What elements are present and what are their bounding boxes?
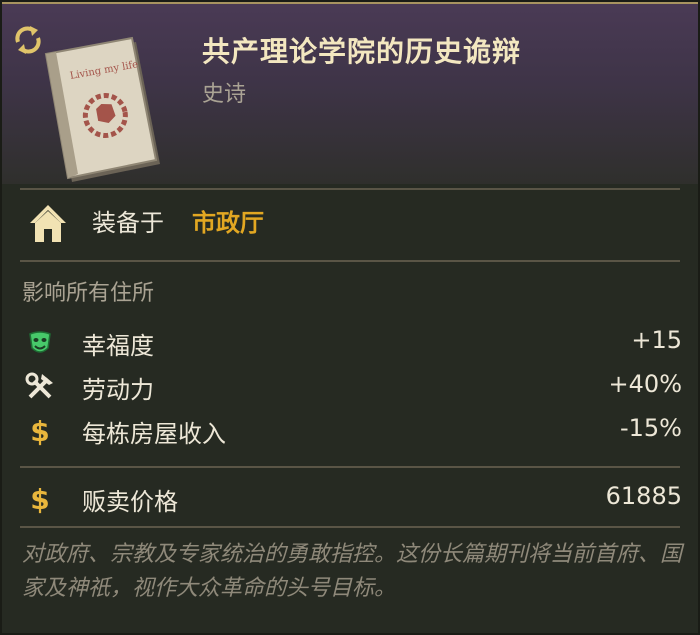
divider — [20, 188, 680, 190]
effect-row-happiness: 幸福度 +15 — [2, 322, 698, 362]
effect-value: -15% — [619, 414, 682, 442]
equipped-in-label: 装备于 — [92, 209, 164, 237]
divider — [20, 260, 680, 262]
tools-icon — [25, 372, 53, 399]
effect-label: 劳动力 — [82, 376, 154, 404]
svg-text:$: $ — [30, 415, 49, 446]
sell-price-label: 贩卖价格 — [82, 488, 178, 516]
svg-text:$: $ — [30, 483, 49, 514]
sell-price-row: $ 贩卖价格 61885 — [2, 478, 698, 518]
dollar-icon: $ — [30, 415, 49, 446]
book-item-icon: Living my life — [44, 36, 160, 182]
item-rarity: 史诗 — [202, 82, 247, 107]
effect-label: 幸福度 — [82, 332, 154, 360]
effect-value: +15 — [631, 326, 682, 354]
effect-label: 每栋房屋收入 — [82, 420, 226, 448]
house-icon — [30, 205, 66, 242]
sell-price-value: 61885 — [605, 482, 682, 510]
effect-value: +40% — [608, 370, 682, 398]
effect-row-labor: 劳动力 +40% — [2, 366, 698, 406]
equipped-building[interactable]: 市政厅 — [192, 203, 264, 238]
divider — [20, 526, 680, 528]
item-title: 共产理论学院的历史诡辩 — [202, 35, 522, 68]
happiness-mask-icon — [29, 331, 51, 353]
divider — [20, 466, 680, 468]
dollar-icon: $ — [30, 483, 49, 514]
item-tooltip: Living my life 共产理论学院的历史诡辩 史诗 装备于 市政厅 影响… — [0, 0, 700, 635]
affects-header: 影响所有住所 — [22, 281, 155, 306]
effect-row-income: $ 每栋房屋收入 -15% — [2, 410, 698, 450]
tooltip-header: Living my life 共产理论学院的历史诡辩 史诗 — [2, 2, 698, 184]
flavor-text: 对政府、宗教及专家统治的勇敢指控。这份长篇期刊将当前首府、国家及神祇，视作大众革… — [22, 542, 683, 601]
